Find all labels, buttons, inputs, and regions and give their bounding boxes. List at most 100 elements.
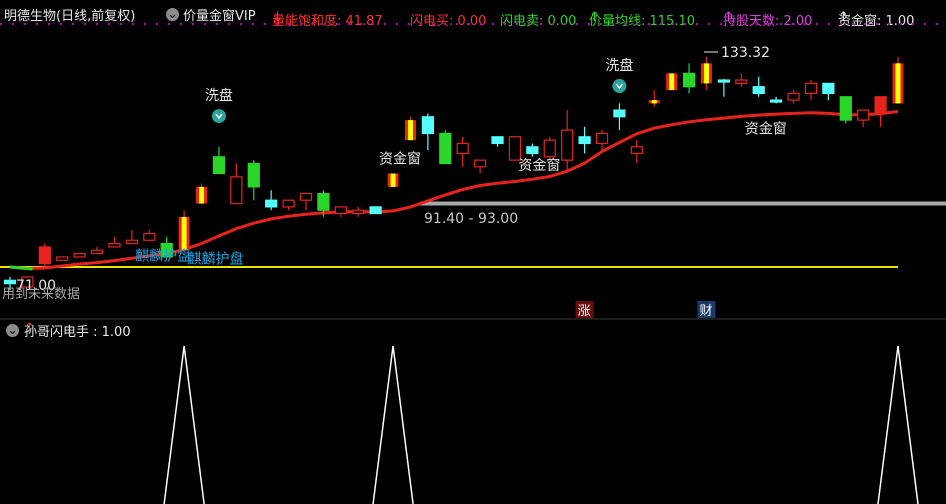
price-chart[interactable]: 洗盘洗盘资金窗 资金窗资金窗麒麟护盘麒麟护盘涨财 133.32 71.00 91.…: [0, 0, 946, 320]
candle-body: [352, 209, 365, 215]
candle[interactable]: [56, 256, 69, 261]
candle[interactable]: [439, 130, 452, 165]
fund-window-label: 资金窗: [518, 157, 560, 174]
candle-body: [543, 139, 556, 158]
candle[interactable]: [561, 110, 574, 171]
candle[interactable]: [682, 63, 696, 94]
candle-body: [212, 156, 226, 175]
candle[interactable]: [508, 136, 522, 161]
candle[interactable]: [526, 143, 539, 157]
candle[interactable]: [770, 96, 783, 104]
candle[interactable]: [212, 146, 226, 175]
candle[interactable]: [839, 96, 852, 124]
candle[interactable]: [613, 103, 626, 131]
candle-body: [56, 256, 69, 261]
candle-body-inner: [181, 216, 187, 251]
candle-body: [3, 279, 17, 285]
fund-window-label: 资金窗: [379, 150, 421, 167]
candle-body: [578, 136, 591, 145]
candle[interactable]: [700, 56, 712, 91]
candle-body: [125, 239, 138, 245]
high-price-label: 133.32: [721, 45, 770, 61]
candle[interactable]: [822, 82, 835, 101]
candle-body: [474, 159, 487, 168]
candle[interactable]: [38, 243, 51, 267]
candle[interactable]: [735, 73, 748, 87]
candle[interactable]: [352, 206, 365, 217]
candle-body: [822, 82, 835, 95]
candle-body: [682, 72, 696, 88]
candle[interactable]: [874, 96, 887, 127]
candle[interactable]: [404, 116, 416, 141]
candle-body: [317, 192, 330, 211]
candle[interactable]: [857, 109, 870, 127]
candle[interactable]: [108, 236, 121, 248]
candle-body: [491, 136, 504, 145]
candle-body-inner: [199, 186, 205, 204]
candle[interactable]: [474, 159, 487, 174]
candle-body: [90, 249, 104, 255]
candle[interactable]: [247, 160, 260, 201]
candle[interactable]: [578, 126, 591, 154]
candle-body-inner: [390, 173, 396, 187]
candle[interactable]: [648, 90, 660, 107]
candle-body: [752, 86, 765, 95]
candle-body: [770, 99, 783, 103]
flash-spike: [372, 345, 414, 504]
candle-body: [421, 116, 434, 135]
candle[interactable]: [717, 79, 730, 97]
candle-body: [73, 253, 86, 258]
candle[interactable]: [334, 206, 347, 217]
candle-body: [265, 199, 278, 208]
candle[interactable]: [543, 136, 556, 161]
candle-body: [804, 82, 818, 95]
candle[interactable]: [369, 206, 382, 215]
candle[interactable]: [230, 163, 243, 205]
washout-label: 洗盘: [205, 87, 233, 104]
candle[interactable]: [456, 136, 469, 167]
flash-hand-chart[interactable]: [0, 320, 946, 504]
candle-body: [108, 242, 121, 248]
ma-green-start: [9, 265, 33, 271]
fund-window-label: 资金窗: [745, 120, 787, 137]
candle[interactable]: [265, 190, 278, 211]
wash-marker-icon: [612, 79, 627, 94]
candle-body-inner: [407, 120, 413, 141]
flash-spike: [877, 345, 919, 504]
candle[interactable]: [666, 73, 678, 91]
candle-body: [247, 162, 260, 188]
candle-body: [787, 92, 800, 101]
candle[interactable]: [73, 253, 86, 258]
candle[interactable]: [125, 230, 138, 245]
candle[interactable]: [787, 90, 800, 104]
candle-body: [595, 132, 609, 145]
candle[interactable]: [752, 76, 765, 97]
candle[interactable]: [90, 246, 104, 255]
candle-body: [282, 199, 295, 208]
candle[interactable]: [421, 113, 434, 151]
candle-body: [613, 109, 626, 118]
candle[interactable]: [491, 136, 504, 147]
candle-body: [874, 96, 887, 115]
svg-text:涨: 涨: [578, 304, 591, 319]
candle[interactable]: [387, 173, 399, 187]
candle[interactable]: [595, 130, 609, 151]
candle[interactable]: [299, 192, 313, 211]
candle-body: [299, 192, 313, 201]
guard-label: 麒麟护盘: [188, 251, 244, 268]
candle-body: [508, 136, 522, 161]
candle[interactable]: [892, 56, 904, 104]
candle-body-inner: [651, 100, 657, 104]
candle[interactable]: [143, 230, 156, 241]
candle[interactable]: [804, 80, 818, 101]
washout-label: 洗盘: [605, 57, 633, 74]
candle[interactable]: [282, 199, 295, 211]
range-label: 91.40 - 93.00: [424, 211, 518, 227]
candle-body: [526, 146, 539, 155]
candle[interactable]: [196, 183, 208, 204]
candle-body: [143, 232, 156, 241]
candle[interactable]: [630, 140, 643, 164]
wealth-marker: 财: [697, 301, 716, 319]
candle-body: [630, 146, 643, 155]
candle[interactable]: [178, 210, 190, 251]
